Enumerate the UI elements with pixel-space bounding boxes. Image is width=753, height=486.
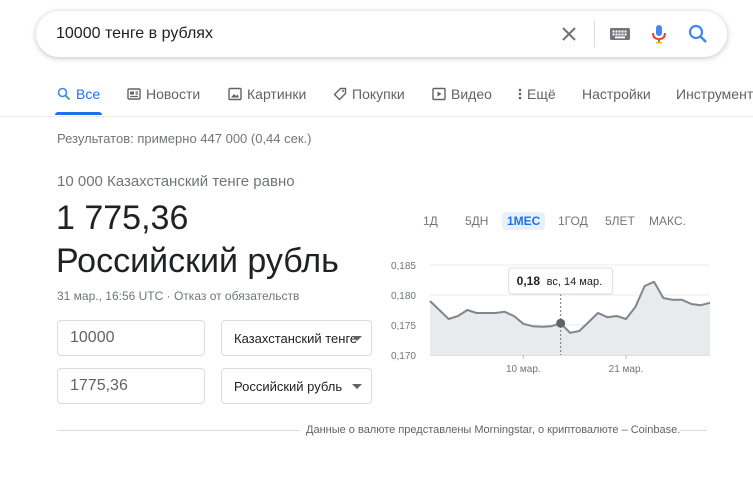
tab-tools[interactable]: Инструменты bbox=[676, 86, 753, 102]
converter-equals-label: 10 000 Казахстанский тенге равно bbox=[57, 173, 295, 190]
tab-label: Инструменты bbox=[676, 86, 753, 102]
y-tick-label: 0,185 bbox=[391, 261, 416, 272]
dropdown-arrow-icon bbox=[352, 384, 362, 389]
tooltip-value: 0,18 bbox=[517, 274, 541, 288]
microphone-icon[interactable] bbox=[648, 23, 670, 45]
source-note: Данные о валюте представлены Morningstar… bbox=[300, 424, 681, 436]
tab-news[interactable]: Новости bbox=[127, 86, 200, 102]
search-input[interactable] bbox=[56, 23, 536, 45]
tag-icon bbox=[333, 87, 347, 101]
from-currency-value: Казахстанский тенге bbox=[234, 331, 356, 346]
tab-more[interactable]: Ещё bbox=[517, 86, 556, 102]
search-icon bbox=[57, 87, 71, 101]
range-max[interactable]: МАКС. bbox=[644, 212, 691, 230]
search-divider bbox=[594, 21, 595, 47]
tab-label: Ещё bbox=[527, 86, 556, 102]
result-stats: Результатов: примерно 447 000 (0,44 сек.… bbox=[57, 131, 312, 146]
exchange-rate-chart[interactable]: 0,185 0,180 0,175 0,170 10 мар. 21 мар. 0,18 вс… bbox=[385, 255, 715, 385]
tab-label: Новости bbox=[146, 86, 201, 102]
keyboard-icon[interactable] bbox=[608, 23, 632, 45]
newspaper-icon bbox=[127, 88, 141, 100]
tab-label: Настройки bbox=[582, 86, 651, 102]
from-amount-box bbox=[57, 320, 205, 356]
converted-value: 1 775,36 bbox=[56, 199, 189, 237]
y-tick-label: 0,175 bbox=[391, 321, 416, 332]
rate-timestamp: 31 мар., 16:56 UTC · Отказ от обязательс… bbox=[57, 289, 300, 303]
play-icon bbox=[432, 87, 446, 101]
to-currency-select[interactable]: Российский рубль bbox=[221, 368, 372, 404]
to-amount-input[interactable] bbox=[70, 377, 195, 395]
tab-video[interactable]: Видео bbox=[432, 86, 492, 102]
active-tab-indicator bbox=[55, 112, 102, 115]
range-5d[interactable]: 5ДН bbox=[460, 212, 493, 230]
image-icon bbox=[228, 87, 242, 101]
to-currency-value: Российский рубль bbox=[234, 379, 343, 394]
tab-label: Видео bbox=[451, 86, 492, 102]
tooltip-date: вс, 14 мар. bbox=[547, 276, 602, 288]
converted-currency: Российский рубль bbox=[56, 242, 339, 280]
clear-icon[interactable] bbox=[558, 23, 580, 45]
more-vert-icon bbox=[518, 88, 522, 100]
hover-point[interactable] bbox=[556, 318, 566, 328]
range-1m[interactable]: 1МЕС bbox=[502, 212, 546, 230]
from-amount-input[interactable] bbox=[70, 329, 195, 347]
range-5y[interactable]: 5ЛЕТ bbox=[600, 212, 640, 230]
x-tick-label: 21 мар. bbox=[609, 364, 644, 375]
tab-label: Все bbox=[76, 86, 101, 102]
search-bar bbox=[36, 11, 727, 57]
range-1d[interactable]: 1Д bbox=[418, 212, 443, 230]
dropdown-arrow-icon bbox=[352, 336, 362, 341]
tab-label: Картинки bbox=[247, 86, 307, 102]
tab-settings[interactable]: Настройки bbox=[582, 86, 651, 102]
from-currency-select[interactable]: Казахстанский тенге bbox=[221, 320, 372, 356]
tab-shopping[interactable]: Покупки bbox=[333, 86, 405, 102]
tabs-divider bbox=[0, 116, 753, 117]
search-icon[interactable] bbox=[687, 23, 709, 45]
range-1y[interactable]: 1ГОД bbox=[553, 212, 593, 230]
y-tick-label: 0,170 bbox=[391, 351, 416, 362]
to-amount-box bbox=[57, 368, 205, 404]
search-tabs: Все Новости Картинки Покупки Видео Ещё Н… bbox=[0, 80, 753, 116]
y-tick-label: 0,180 bbox=[391, 291, 416, 302]
x-tick-label: 10 мар. bbox=[506, 364, 541, 375]
tab-images[interactable]: Картинки bbox=[228, 86, 306, 102]
tab-all[interactable]: Все bbox=[57, 86, 100, 102]
tab-label: Покупки bbox=[352, 86, 405, 102]
